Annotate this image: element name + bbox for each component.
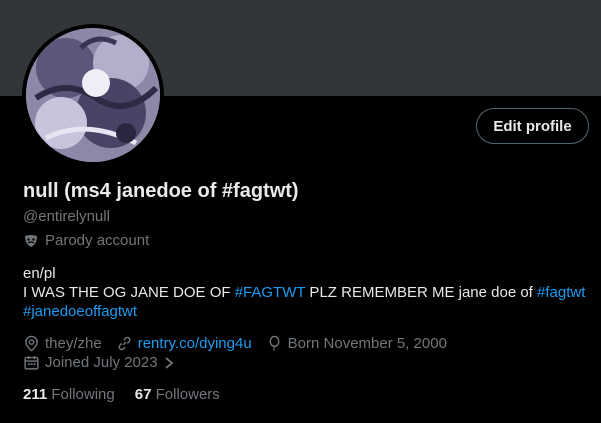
followers-label: Followers <box>155 386 220 403</box>
calendar-icon <box>23 354 40 371</box>
avatar-image <box>26 28 160 162</box>
following-stat[interactable]: 211 Following <box>23 386 115 403</box>
edit-profile-button[interactable]: Edit profile <box>476 108 589 144</box>
hashtag-link[interactable]: #FAGTWT <box>235 284 306 301</box>
chevron-right-icon <box>163 356 175 370</box>
bio-line-2: I WAS THE OG JANE DOE OF #FAGTWT PLZ REM… <box>23 283 593 302</box>
parody-text: Parody account <box>45 232 150 249</box>
birthday-text: Born November 5, 2000 <box>287 335 447 352</box>
following-label: Following <box>51 386 115 403</box>
website-link[interactable]: rentry.co/dying4u <box>138 335 252 352</box>
balloon-icon <box>266 335 283 352</box>
parody-label: Parody account <box>23 232 149 249</box>
display-name: null (ms4 janedoe of #fagtwt) <box>23 180 299 202</box>
followers-stat[interactable]: 67 Followers <box>135 386 220 403</box>
hashtag-link[interactable]: #fagtwt <box>537 284 585 301</box>
following-count: 211 <box>23 386 48 403</box>
hashtag-link[interactable]: #janedoeoffagtwt <box>23 303 137 320</box>
avatar[interactable] <box>26 28 160 162</box>
website-item[interactable]: rentry.co/dying4u <box>116 335 252 352</box>
birthday-item: Born November 5, 2000 <box>266 335 447 352</box>
bio-line-3: #janedoeoffagtwt <box>23 302 593 321</box>
profile-meta-row: they/zhe rentry.co/dying4u Born November… <box>23 335 461 352</box>
avatar-frame <box>22 24 164 166</box>
bio: en/pl I WAS THE OG JANE DOE OF #FAGTWT P… <box>23 264 593 321</box>
location-pin-icon <box>23 335 40 352</box>
location-text: they/zhe <box>45 335 102 352</box>
mask-icon <box>23 233 39 249</box>
link-icon <box>116 335 133 352</box>
joined-item[interactable]: Joined July 2023 <box>23 354 175 371</box>
location-item: they/zhe <box>23 335 102 352</box>
bio-text: PLZ REMEMBER ME jane doe of <box>305 284 538 301</box>
joined-row: Joined July 2023 <box>23 354 189 371</box>
bio-text: I WAS THE OG JANE DOE OF <box>23 284 235 301</box>
followers-count: 67 <box>134 386 152 403</box>
follow-stats: 211 Following 67 Followers <box>23 386 220 403</box>
user-handle: @entirelynull <box>23 208 110 225</box>
bio-line-1: en/pl <box>23 265 56 282</box>
joined-text: Joined July 2023 <box>45 354 158 371</box>
